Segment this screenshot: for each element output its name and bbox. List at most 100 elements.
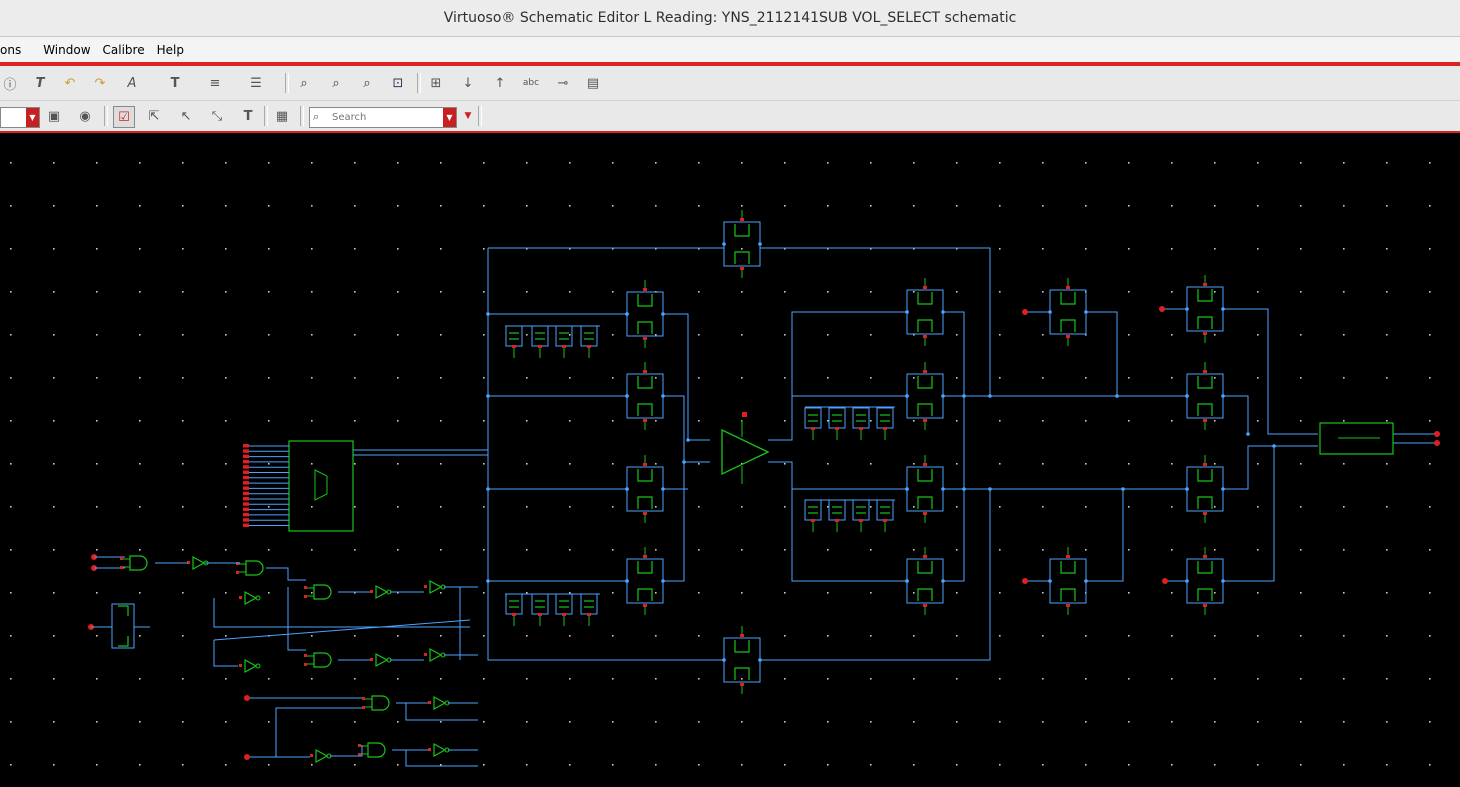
grid-dot: [612, 506, 614, 508]
pin-marker: [244, 695, 250, 701]
grid-dot: [53, 635, 55, 637]
rotate-text-icon[interactable]: A: [122, 73, 142, 93]
grid-dot: [1300, 592, 1302, 594]
zoom-in-icon[interactable]: ⌕: [326, 73, 346, 93]
grid-dot: [569, 678, 571, 680]
align-icon[interactable]: ≡: [205, 73, 225, 93]
nmos-body: [1060, 319, 1076, 332]
chevron-down-icon[interactable]: ▼: [26, 108, 39, 127]
zoom-area-icon[interactable]: ⊡: [388, 73, 408, 93]
grid-dot: [1300, 463, 1302, 465]
grid-dot: [1300, 162, 1302, 164]
grid-dot: [1343, 291, 1345, 293]
tgate-frame: [906, 558, 944, 604]
undo-icon[interactable]: ↶: [60, 73, 80, 93]
cellview-select[interactable]: ▼: [0, 107, 40, 128]
bus-pin: [243, 444, 249, 448]
grid-dot: [354, 162, 356, 164]
properties-icon[interactable]: ▤: [583, 73, 603, 93]
grid-dot: [569, 377, 571, 379]
grid-dot: [1214, 420, 1216, 422]
grid-dot: [1343, 678, 1345, 680]
descend-icon[interactable]: ↓: [458, 73, 478, 93]
wire-junction: [962, 487, 966, 491]
grid-dot: [1300, 420, 1302, 422]
bus-pin: [243, 491, 249, 496]
font-size-icon[interactable]: T: [165, 73, 185, 93]
grid-dot: [698, 463, 700, 465]
select-mode-icon[interactable]: ☑: [113, 106, 135, 128]
grid-dot: [225, 764, 227, 766]
schematic-drawing[interactable]: [0, 133, 1460, 787]
stretch-icon[interactable]: ⤡: [207, 106, 227, 126]
window-icon[interactable]: ▣: [44, 106, 64, 126]
grid-dot: [956, 334, 958, 336]
grid-dot: [354, 635, 356, 637]
menu-calibre[interactable]: Calibre: [103, 43, 151, 57]
grid-dot: [10, 377, 12, 379]
bus-pin: [243, 497, 249, 501]
filter-icon[interactable]: ▦: [272, 106, 292, 126]
grid-dot: [96, 506, 98, 508]
pin-icon[interactable]: ⊸: [553, 73, 573, 93]
pmos-body: [917, 469, 933, 482]
grid-dot: [999, 334, 1001, 336]
ascend-icon[interactable]: ↑: [490, 73, 510, 93]
grid-dot: [827, 506, 829, 508]
view-icon[interactable]: ◉: [75, 106, 95, 126]
grid-dot: [1214, 162, 1216, 164]
grid-dot: [827, 291, 829, 293]
grid-dot: [612, 592, 614, 594]
pmos-body: [1197, 376, 1213, 389]
gate-pin: [120, 566, 123, 569]
search-input[interactable]: [330, 109, 444, 126]
cap-pin: [587, 613, 591, 616]
text-select-icon[interactable]: T: [238, 106, 258, 126]
nmos-body: [1197, 496, 1213, 509]
grid-dot: [1257, 463, 1259, 465]
cap-frame: [876, 407, 894, 429]
search-options-icon[interactable]: ▼: [458, 106, 478, 126]
grid-dot: [698, 334, 700, 336]
grid-dot: [1257, 420, 1259, 422]
menu-window[interactable]: Window: [43, 43, 96, 57]
text-tool-icon[interactable]: T: [30, 73, 50, 93]
distribute-icon[interactable]: ☰: [246, 73, 266, 93]
grid-dot: [440, 291, 442, 293]
bus-pin: [243, 449, 249, 453]
grid-dot: [440, 635, 442, 637]
label-icon[interactable]: abc: [521, 73, 541, 93]
zoom-fit-icon[interactable]: ⌕: [294, 73, 314, 93]
grid-dot: [956, 721, 958, 723]
grid-dot: [1257, 205, 1259, 207]
area-select-icon[interactable]: ⇱: [144, 106, 164, 126]
grid-dot: [397, 549, 399, 551]
grid-dot: [1171, 592, 1173, 594]
grid-dot: [1300, 334, 1302, 336]
grid-dot: [612, 162, 614, 164]
grid-dot: [397, 291, 399, 293]
info-icon[interactable]: ⓘ: [0, 73, 20, 93]
grid-dot: [225, 549, 227, 551]
grid-dot: [526, 549, 528, 551]
grid-dot: [1085, 248, 1087, 250]
zoom-out-icon[interactable]: ⌕: [357, 73, 377, 93]
grid-dot: [956, 463, 958, 465]
search-box[interactable]: ⌕ ▼: [309, 107, 457, 128]
grid-dot: [698, 162, 700, 164]
tgate-frame: [1186, 286, 1224, 332]
menu-help[interactable]: Help: [157, 43, 190, 57]
schematic-canvas[interactable]: [0, 133, 1460, 787]
grid-dot: [182, 592, 184, 594]
and-gate: [371, 695, 390, 711]
pointer-icon[interactable]: ↖: [176, 106, 196, 126]
tgate-pin: [1203, 604, 1207, 607]
chevron-down-icon[interactable]: ▼: [443, 108, 456, 127]
grid-dot: [1343, 721, 1345, 723]
grid-dot: [268, 420, 270, 422]
redo-icon[interactable]: ↷: [90, 73, 110, 93]
grid-dot: [311, 506, 313, 508]
hierarchy-icon[interactable]: ⊞: [426, 73, 446, 93]
grid-dot: [698, 678, 700, 680]
menu-options[interactable]: ons: [0, 43, 27, 57]
